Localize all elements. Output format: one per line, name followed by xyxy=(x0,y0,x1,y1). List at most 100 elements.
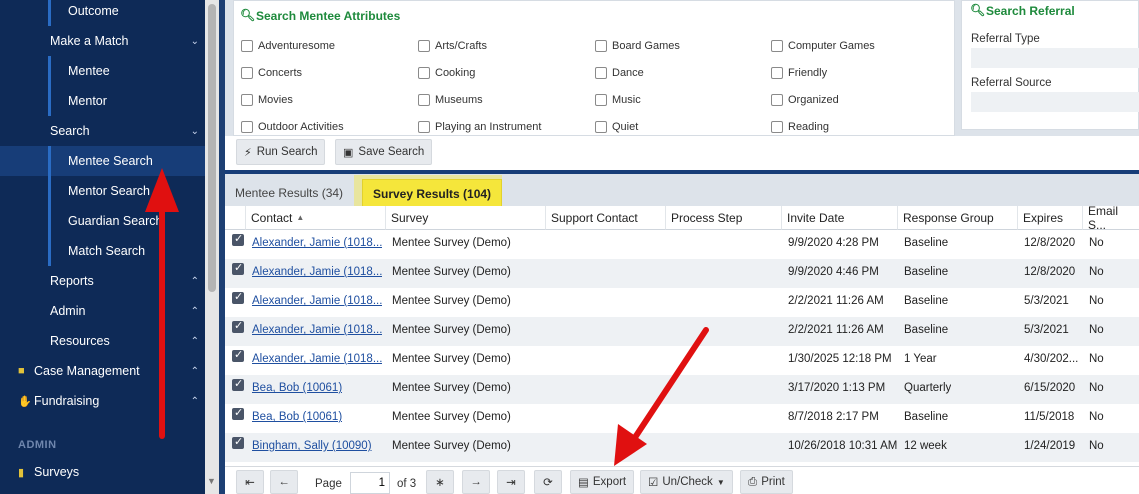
checkbox[interactable] xyxy=(418,121,430,133)
row-checkbox[interactable] xyxy=(232,406,244,420)
checkbox[interactable] xyxy=(241,121,253,133)
print-button[interactable]: ⎙ Print xyxy=(740,470,793,494)
attribute-checkbox[interactable]: Dance xyxy=(595,67,644,79)
attribute-checkbox[interactable]: Concerts xyxy=(241,67,302,79)
table-row[interactable] xyxy=(225,404,1139,433)
attribute-checkbox[interactable]: Board Games xyxy=(595,40,680,52)
cell-group: Baseline xyxy=(904,237,949,249)
checkbox[interactable] xyxy=(595,94,607,106)
cell-email: No xyxy=(1089,295,1104,307)
column-header-invite-date[interactable]: Invite Date xyxy=(782,206,898,230)
sidebar-item-fundraising[interactable]: ✋ Fundraising ⌃ xyxy=(0,386,205,416)
column-header-contact[interactable]: Contact ▲ xyxy=(246,206,386,230)
column-header-support-contact[interactable]: Support Contact xyxy=(546,206,666,230)
checkbox[interactable] xyxy=(771,94,783,106)
attribute-checkbox[interactable]: Quiet xyxy=(595,121,638,133)
last-page-icon[interactable]: ⇥ xyxy=(497,470,525,494)
refresh-icon[interactable]: ⟳ xyxy=(534,470,562,494)
cell-survey: Mentee Survey (Demo) xyxy=(392,266,511,278)
sidebar-item-resources[interactable]: Resources ⌃ xyxy=(0,326,205,356)
row-checkbox[interactable] xyxy=(232,261,244,275)
attribute-checkbox[interactable]: Movies xyxy=(241,94,293,106)
contact-link[interactable]: Alexander, Jamie (1018... xyxy=(252,353,382,365)
row-checkbox[interactable] xyxy=(232,232,244,246)
contact-link[interactable]: Bea, Bob (10061) xyxy=(252,411,342,423)
run-search-button[interactable]: ⚡︎ Run Search xyxy=(236,139,326,165)
prev-page-icon[interactable]: ← xyxy=(270,470,298,494)
sidebar-scrollbar-thumb[interactable] xyxy=(208,4,216,292)
checkbox[interactable] xyxy=(418,67,430,79)
next-page-icon[interactable]: → xyxy=(462,470,490,494)
row-checkbox[interactable] xyxy=(232,319,244,333)
contact-link[interactable]: Alexander, Jamie (1018... xyxy=(252,266,382,278)
cell-survey: Mentee Survey (Demo) xyxy=(392,411,511,423)
referral-source-select[interactable] xyxy=(971,92,1139,112)
asterisk-icon[interactable]: ∗ xyxy=(426,470,454,494)
attribute-checkbox[interactable]: Friendly xyxy=(771,67,827,79)
checkbox[interactable] xyxy=(595,40,607,52)
cell-survey: Mentee Survey (Demo) xyxy=(392,382,511,394)
checkbox[interactable] xyxy=(418,40,430,52)
attribute-checkbox[interactable]: Arts/Crafts xyxy=(418,40,487,52)
sidebar-item-guardian-search[interactable]: Guardian Search xyxy=(0,206,205,236)
sidebar-item-mentee-search[interactable]: Mentee Search xyxy=(0,146,205,176)
contact-link[interactable]: Alexander, Jamie (1018... xyxy=(252,237,382,249)
sidebar-item-mentee[interactable]: Mentee xyxy=(0,56,205,86)
first-page-icon[interactable]: ⇤ xyxy=(236,470,264,494)
export-button[interactable]: ▤ Export xyxy=(570,470,635,494)
table-row[interactable] xyxy=(225,375,1139,404)
scroll-down-icon[interactable]: ▼ xyxy=(207,476,216,486)
sidebar-item-surveys[interactable]: ▮ Surveys xyxy=(0,457,205,487)
sidebar-item-reports[interactable]: Reports ⌃ xyxy=(0,266,205,296)
column-header-survey[interactable]: Survey xyxy=(386,206,546,230)
attribute-checkbox[interactable]: Organized xyxy=(771,94,839,106)
row-checkbox[interactable] xyxy=(232,290,244,304)
column-header-email-sent[interactable]: Email S... xyxy=(1083,204,1139,232)
attribute-checkbox[interactable]: Adventuresome xyxy=(241,40,335,52)
checkbox[interactable] xyxy=(241,67,253,79)
sidebar-item-make-a-match[interactable]: Make a Match ⌄ xyxy=(0,26,205,56)
checkbox[interactable] xyxy=(595,121,607,133)
checkbox[interactable] xyxy=(241,40,253,52)
row-checkbox[interactable] xyxy=(232,377,244,391)
attribute-checkbox[interactable]: Cooking xyxy=(418,67,475,79)
sidebar-item-outcome[interactable]: Outcome xyxy=(0,0,205,26)
cell-survey: Mentee Survey (Demo) xyxy=(392,353,511,365)
contact-link[interactable]: Bea, Bob (10061) xyxy=(252,382,342,394)
sidebar-item-mentor-search[interactable]: Mentor Search xyxy=(0,176,205,206)
checkbox[interactable] xyxy=(241,94,253,106)
contact-link[interactable]: Alexander, Jamie (1018... xyxy=(252,324,382,336)
sidebar-item-mentor[interactable]: Mentor xyxy=(0,86,205,116)
sidebar-item-label: Mentee xyxy=(68,64,110,78)
sidebar-item-case-management[interactable]: ■ Case Management ⌃ xyxy=(0,356,205,386)
sidebar-item-label: Admin xyxy=(50,304,86,318)
checkbox[interactable] xyxy=(771,40,783,52)
sidebar-item-admin[interactable]: Admin ⌃ xyxy=(0,296,205,326)
page-number-input[interactable] xyxy=(350,472,390,494)
cell-invite: 2/2/2021 11:26 AM xyxy=(788,324,884,336)
row-checkbox[interactable] xyxy=(232,435,244,449)
column-header-process-step[interactable]: Process Step xyxy=(666,206,782,230)
attribute-checkbox[interactable]: Outdoor Activities xyxy=(241,121,344,133)
column-header-expires[interactable]: Expires xyxy=(1018,206,1083,230)
column-header-response-group[interactable]: Response Group xyxy=(898,206,1018,230)
contact-link[interactable]: Bingham, Sally (10090) xyxy=(252,440,372,452)
checkbox[interactable] xyxy=(418,94,430,106)
row-checkbox[interactable] xyxy=(232,348,244,362)
contact-link[interactable]: Alexander, Jamie (1018... xyxy=(252,295,382,307)
attribute-checkbox[interactable]: Playing an Instrument xyxy=(418,121,541,133)
attribute-checkbox[interactable]: Museums xyxy=(418,94,483,106)
uncheck-button[interactable]: ☑ Un/Check ▼ xyxy=(640,470,733,494)
attribute-checkbox[interactable]: Music xyxy=(595,94,641,106)
save-search-button[interactable]: ▣ Save Search xyxy=(335,139,433,165)
tab-survey-results[interactable]: Survey Results (104) xyxy=(362,179,503,209)
sidebar-item-search[interactable]: Search ⌄ xyxy=(0,116,205,146)
checkbox[interactable] xyxy=(595,67,607,79)
referral-type-select[interactable] xyxy=(971,48,1139,68)
attribute-checkbox[interactable]: Computer Games xyxy=(771,40,875,52)
checkbox[interactable] xyxy=(771,121,783,133)
attribute-checkbox[interactable]: Reading xyxy=(771,121,829,133)
checkbox[interactable] xyxy=(771,67,783,79)
tab-mentee-results[interactable]: Mentee Results (34) xyxy=(225,178,353,208)
sidebar-item-match-search[interactable]: Match Search xyxy=(0,236,205,266)
